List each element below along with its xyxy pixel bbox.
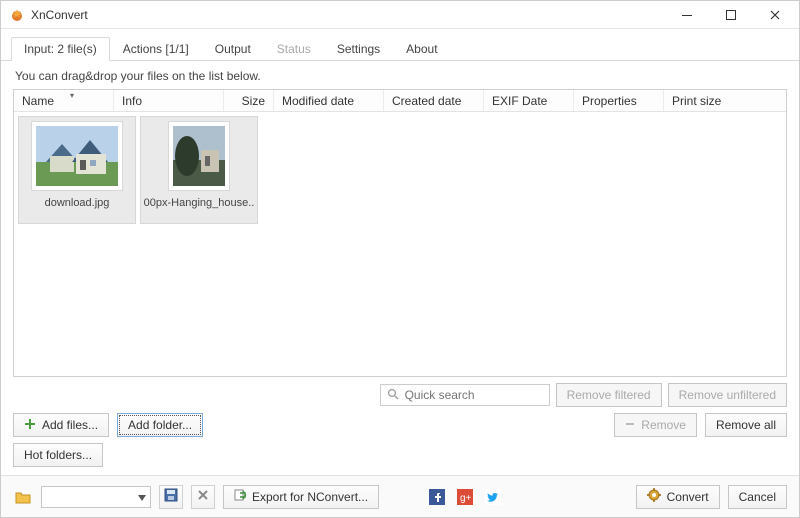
col-label: Info [122,94,142,108]
tab-label: Output [215,42,251,56]
thumbnail-image [31,121,123,191]
save-icon [164,488,178,505]
col-label: Print size [672,94,721,108]
col-exif[interactable]: EXIF Date [484,90,574,111]
button-label: Remove filtered [567,388,651,402]
tab-output[interactable]: Output [202,37,264,61]
col-name[interactable]: Name ▾ [14,90,114,111]
button-label: Hot folders... [24,448,92,462]
button-label: Add files... [42,418,98,432]
search-icon [387,388,399,403]
col-label: EXIF Date [492,94,547,108]
bottom-bar: Export for NConvert... g+ Convert Cancel [1,475,799,517]
button-label: Remove [641,418,686,432]
thumbnail-caption: download.jpg [45,197,110,209]
list-header: Name ▾ Info Size Modified date Created d… [14,90,786,112]
list-item[interactable]: download.jpg [18,116,136,224]
export-icon [234,489,246,504]
col-print-size[interactable]: Print size [664,90,786,111]
quick-search[interactable] [380,384,550,406]
tab-status[interactable]: Status [264,37,324,61]
col-label: Properties [582,94,637,108]
remove-button[interactable]: Remove [614,413,697,437]
cancel-button[interactable]: Cancel [728,485,787,509]
tab-actions[interactable]: Actions [1/1] [110,37,202,61]
titlebar: XnConvert [1,1,799,29]
tab-label: About [406,42,437,56]
tab-label: Status [277,42,311,56]
save-preset-button[interactable] [159,485,183,509]
file-list: Name ▾ Info Size Modified date Created d… [13,89,787,377]
thumbnail-image [168,121,230,191]
add-files-button[interactable]: Add files... [13,413,109,437]
remove-filtered-button[interactable]: Remove filtered [556,383,662,407]
list-item[interactable]: 00px-Hanging_house.. [140,116,258,224]
add-folder-button[interactable]: Add folder... [117,413,203,437]
tab-label: Actions [1/1] [123,42,189,56]
app-window: XnConvert Input: 2 file(s) Actions [1/1]… [0,0,800,518]
search-row: Remove filtered Remove unfiltered [1,377,799,411]
export-nconvert-button[interactable]: Export for NConvert... [223,485,379,509]
drag-hint: You can drag&drop your files on the list… [1,61,799,89]
tab-about[interactable]: About [393,37,450,61]
col-label: Size [242,94,265,108]
gear-icon [647,488,661,505]
hot-folders-button[interactable]: Hot folders... [13,443,103,467]
window-title: XnConvert [31,8,665,22]
col-modified[interactable]: Modified date [274,90,384,111]
add-remove-row: Add files... Add folder... Remove Remove… [1,411,799,441]
plus-icon [24,418,36,433]
minus-icon [625,418,635,432]
col-label: Name [22,94,54,108]
delete-icon [197,489,209,504]
thumbnail-area[interactable]: download.jpg 00px-Hanging_house.. [14,112,786,376]
close-button[interactable] [753,2,797,28]
col-properties[interactable]: Properties [574,90,664,111]
button-label: Add folder... [128,418,192,432]
open-preset-icon[interactable] [13,487,33,507]
col-label: Modified date [282,94,354,108]
google-plus-icon[interactable]: g+ [455,487,475,507]
app-icon [9,7,25,23]
hot-folders-row: Hot folders... [1,441,799,475]
svg-text:g+: g+ [460,493,472,504]
remove-all-button[interactable]: Remove all [705,413,787,437]
window-buttons [665,2,797,28]
social-links: g+ [427,487,503,507]
button-label: Remove all [716,418,776,432]
tab-label: Input: 2 file(s) [24,42,97,56]
twitter-icon[interactable] [483,487,503,507]
delete-preset-button[interactable] [191,485,215,509]
tab-input[interactable]: Input: 2 file(s) [11,37,110,61]
tabs: Input: 2 file(s) Actions [1/1] Output St… [1,35,799,61]
dropdown-icon [138,490,146,504]
col-label: Created date [392,94,461,108]
maximize-button[interactable] [709,2,753,28]
sort-indicator-icon: ▾ [70,91,74,100]
thumbnail-caption: 00px-Hanging_house.. [144,197,255,209]
search-input[interactable] [403,387,562,403]
tab-label: Settings [337,42,380,56]
preset-select[interactable] [41,486,151,508]
button-label: Export for NConvert... [252,490,368,504]
button-label: Cancel [739,490,776,504]
button-label: Remove unfiltered [679,388,776,402]
remove-unfiltered-button[interactable]: Remove unfiltered [668,383,787,407]
button-label: Convert [667,490,709,504]
convert-button[interactable]: Convert [636,485,720,509]
col-created[interactable]: Created date [384,90,484,111]
facebook-icon[interactable] [427,487,447,507]
tab-settings[interactable]: Settings [324,37,393,61]
col-size[interactable]: Size [224,90,274,111]
col-info[interactable]: Info [114,90,224,111]
minimize-button[interactable] [665,2,709,28]
